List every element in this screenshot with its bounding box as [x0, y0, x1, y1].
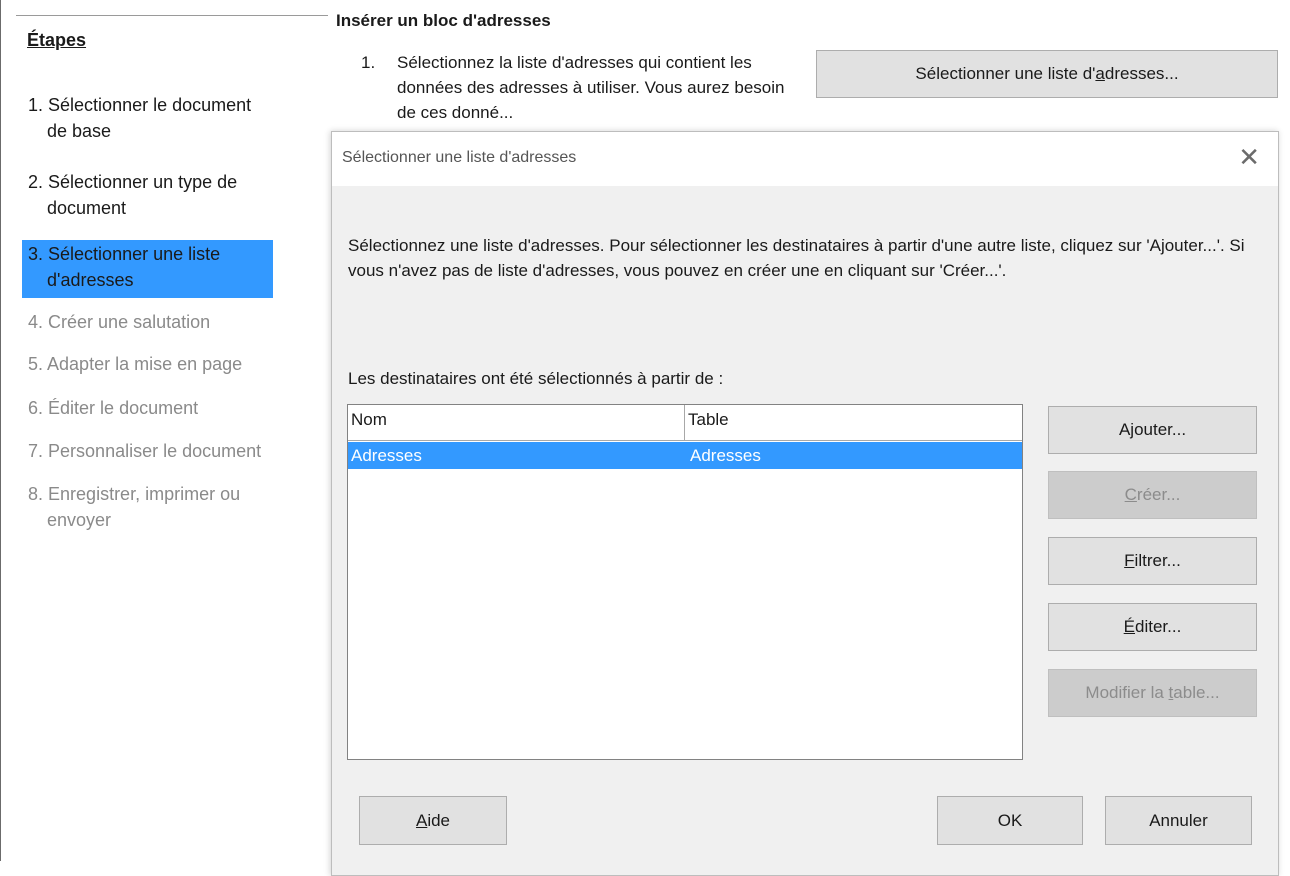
steps-title: Étapes: [27, 30, 87, 50]
step-adjust-layout[interactable]: 5. Adapter la mise en page: [22, 351, 273, 377]
step-create-salutation[interactable]: 4. Créer une salutation: [22, 309, 273, 335]
step-label-continued: d'adresses: [47, 270, 134, 290]
step-label-continued: document: [47, 198, 127, 218]
step-number: 7.: [28, 441, 44, 461]
add-button[interactable]: Ajouter...: [1048, 406, 1257, 454]
edit-button[interactable]: Éditer...: [1048, 603, 1257, 651]
step-edit-document[interactable]: 6. Éditer le document: [22, 395, 273, 421]
step-label: Créer une salutation: [48, 312, 211, 332]
button-label: Sélectionner une liste d': [915, 64, 1096, 83]
button-label: ide: [427, 811, 451, 830]
modify-table-button[interactable]: Modifier la table...: [1048, 669, 1257, 717]
steps-separator: [16, 15, 328, 16]
ok-button[interactable]: OK: [937, 796, 1083, 845]
button-accelerator: F: [1124, 551, 1135, 570]
instruction-text: Sélectionnez la liste d'adresses qui con…: [397, 53, 785, 122]
select-address-list-button[interactable]: Sélectionner une liste d'adresses...: [816, 50, 1278, 98]
button-accelerator: É: [1123, 617, 1136, 636]
step-label: Personnaliser le document: [48, 441, 262, 461]
section-title: Insérer un bloc d'adresses: [336, 11, 551, 30]
step-number: 5.: [28, 354, 44, 374]
step-select-document-type[interactable]: 2. Sélectionner un type de document: [22, 169, 273, 221]
step-select-address-list[interactable]: 3. Sélectionner une liste d'adresses: [22, 240, 273, 298]
table-header: Nom Table: [348, 405, 1022, 441]
window-left-border: [0, 0, 1, 861]
column-header-nom[interactable]: Nom: [348, 405, 685, 440]
dialog-titlebar[interactable]: Sélectionner une liste d'adresses ✕: [332, 132, 1278, 186]
button-label: dresses...: [1104, 64, 1179, 83]
dialog-title: Sélectionner une liste d'adresses: [342, 149, 577, 166]
instruction-number: 1.: [361, 53, 376, 72]
help-button[interactable]: Aide: [359, 796, 507, 845]
recipients-label: Les destinataires ont été sélectionnés à…: [348, 369, 724, 388]
button-accelerator: A: [415, 811, 428, 830]
step-number: 4.: [28, 312, 44, 332]
address-list-table[interactable]: Nom Table Adresses Adresses: [347, 404, 1023, 760]
step-number: 1.: [28, 95, 44, 115]
cell-table: Adresses: [690, 446, 761, 465]
step-save-print-send[interactable]: 8. Enregistrer, imprimer ou envoyer: [22, 481, 273, 533]
cell-nom: Adresses: [351, 446, 422, 465]
step-number: 2.: [28, 172, 44, 192]
step-label: Enregistrer, imprimer ou: [48, 484, 241, 504]
button-label: Modifier la: [1085, 683, 1169, 702]
close-icon[interactable]: ✕: [1238, 144, 1260, 170]
step-label-continued: envoyer: [47, 510, 112, 530]
dialog-description: Sélectionnez une liste d'adresses. Pour …: [348, 236, 1245, 280]
button-label: réer...: [1136, 485, 1181, 504]
step-label: Adapter la mise en page: [47, 354, 243, 374]
column-header-table[interactable]: Table: [685, 405, 1022, 440]
button-label: A: [1118, 420, 1131, 439]
step-select-base-document[interactable]: 1. Sélectionner le document de base: [22, 92, 273, 144]
step-personalize-document[interactable]: 7. Personnaliser le document: [22, 438, 273, 464]
table-row[interactable]: Adresses Adresses: [348, 442, 1022, 469]
step-number: 8.: [28, 484, 44, 504]
step-label: Sélectionner une liste: [48, 244, 221, 264]
create-button[interactable]: Créer...: [1048, 471, 1257, 519]
step-number: 3.: [28, 244, 44, 264]
button-accelerator: C: [1124, 485, 1137, 504]
select-address-list-dialog: Sélectionner une liste d'adresses ✕ Séle…: [331, 131, 1279, 876]
step-label: Sélectionner un type de: [48, 172, 238, 192]
button-label: iltrer...: [1134, 551, 1181, 570]
button-label: able...: [1173, 683, 1220, 702]
step-number: 6.: [28, 398, 44, 418]
step-label: Sélectionner le document: [48, 95, 252, 115]
button-accelerator: a: [1095, 64, 1105, 83]
button-label: diter...: [1135, 617, 1182, 636]
step-label-continued: de base: [47, 121, 112, 141]
cancel-button[interactable]: Annuler: [1105, 796, 1252, 845]
filter-button[interactable]: Filtrer...: [1048, 537, 1257, 585]
button-label: outer...: [1134, 420, 1187, 439]
step-label: Éditer le document: [48, 398, 199, 418]
